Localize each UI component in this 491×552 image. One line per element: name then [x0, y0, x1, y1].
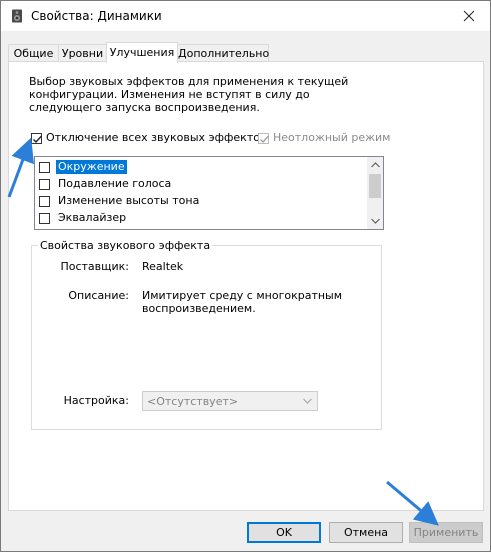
effect-checkbox[interactable] — [39, 213, 50, 224]
effects-listbox[interactable]: Окружение Подавление голоса Изменение вы… — [34, 156, 384, 230]
chevron-down-icon — [370, 218, 380, 224]
enhancements-description: Выбор звуковых эффектов для применения к… — [29, 75, 349, 114]
scroll-down-button[interactable] — [367, 213, 383, 229]
enhancements-panel: Выбор звуковых эффектов для применения к… — [8, 61, 484, 511]
cancel-button[interactable]: Отмена — [329, 522, 403, 543]
effect-label: Окружение — [56, 160, 127, 174]
tab-enhancements[interactable]: Улучшения — [106, 42, 178, 63]
ok-button[interactable]: OK — [247, 522, 321, 543]
effect-label: Эквалайзер — [58, 211, 127, 224]
immediate-mode-checkbox[interactable] — [258, 133, 270, 144]
apply-button[interactable]: Применить — [409, 522, 483, 543]
speaker-icon — [10, 9, 24, 23]
effect-checkbox[interactable] — [39, 196, 50, 207]
chevron-up-icon — [370, 162, 380, 168]
effect-checkbox[interactable] — [39, 179, 50, 190]
setting-combobox-value: <Отсутствует> — [147, 395, 239, 408]
checkmark-icon — [33, 135, 43, 144]
scroll-thumb[interactable] — [369, 174, 381, 198]
title-bar: Свойства: Динамики — [1, 1, 490, 31]
provider-label: Поставщик: — [60, 260, 129, 273]
checkmark-icon — [260, 135, 270, 144]
scroll-up-button[interactable] — [367, 157, 383, 173]
close-icon — [463, 10, 475, 22]
effect-label: Подавление голоса — [58, 177, 172, 190]
properties-window: Свойства: Динамики Общие Уровни Улучшени… — [0, 0, 491, 552]
provider-value: Realtek — [142, 260, 184, 273]
effect-properties-title: Свойства звукового эффекта — [38, 239, 213, 252]
chevron-down-icon — [303, 398, 312, 404]
immediate-mode-label: Неотложный режим — [273, 131, 391, 144]
tab-advanced[interactable]: Дополнительно — [177, 44, 269, 62]
tab-levels[interactable]: Уровни — [58, 44, 107, 62]
window-title: Свойства: Динамики — [31, 9, 162, 23]
description-value: Имитирует среду с многократным воспроизв… — [142, 289, 343, 315]
disable-all-checkbox[interactable] — [31, 133, 43, 144]
setting-label: Настройка: — [63, 394, 129, 407]
description-label: Описание: — [68, 289, 129, 302]
effects-scrollbar[interactable] — [367, 157, 383, 229]
effect-label: Изменение высоты тона — [58, 194, 200, 207]
tab-general[interactable]: Общие — [8, 44, 59, 62]
close-button[interactable] — [454, 5, 484, 27]
disable-all-label: Отключение всех звуковых эффектов — [46, 131, 267, 144]
setting-combobox[interactable]: <Отсутствует> — [142, 391, 318, 411]
effect-checkbox[interactable] — [39, 162, 50, 173]
